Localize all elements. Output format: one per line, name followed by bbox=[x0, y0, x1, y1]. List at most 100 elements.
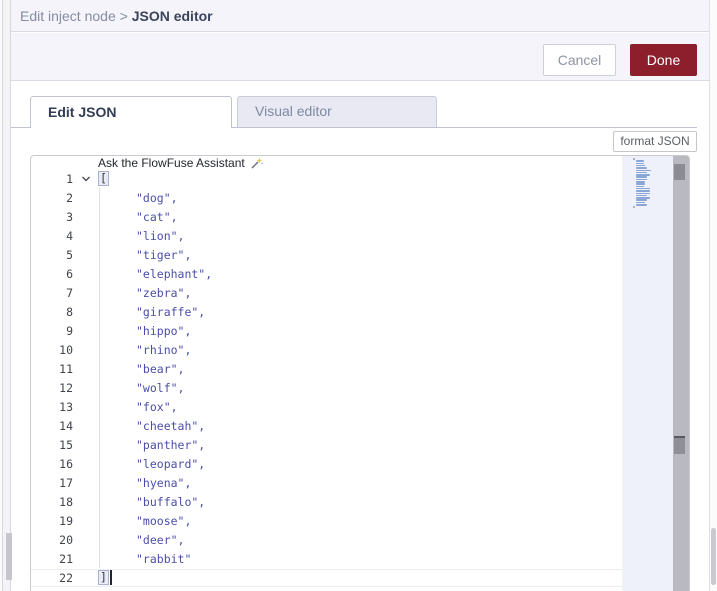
code-text: "fox", bbox=[98, 400, 689, 414]
code-line[interactable]: 1[ bbox=[31, 169, 689, 188]
json-string-token: "dog", bbox=[136, 190, 178, 205]
code-lines: 1[ 2 "dog", 3 "cat", 4 "lion", 5 "tiger", 6 "eleph… bbox=[31, 169, 689, 587]
code-line[interactable]: 4 "lion", bbox=[31, 226, 689, 245]
code-line[interactable]: 15 "panther", bbox=[31, 435, 689, 454]
code-text: "tiger", bbox=[98, 248, 689, 262]
minimap-mark bbox=[633, 158, 635, 160]
json-string-token: "hippo", bbox=[136, 323, 192, 338]
code-line[interactable]: 17 "hyena", bbox=[31, 473, 689, 492]
code-line[interactable]: 11 "bear", bbox=[31, 359, 689, 378]
assistant-label: Ask the FlowFuse Assistant bbox=[98, 156, 245, 170]
code-line[interactable]: 20 "deer", bbox=[31, 530, 689, 549]
editor-bottom-divider bbox=[31, 569, 624, 570]
code-text: "rhino", bbox=[98, 343, 689, 357]
code-line[interactable]: 13 "fox", bbox=[31, 397, 689, 416]
breadcrumb-current: JSON editor bbox=[131, 8, 213, 24]
json-string-token: "cheetah", bbox=[136, 418, 206, 433]
code-line[interactable]: 21 "rabbit" bbox=[31, 549, 689, 568]
breadcrumb-separator: > bbox=[119, 8, 128, 24]
code-line[interactable]: 3 "cat", bbox=[31, 207, 689, 226]
editor-bottom-border bbox=[31, 586, 624, 587]
code-text: "dog", bbox=[98, 191, 689, 205]
format-json-button[interactable]: format JSON bbox=[613, 131, 697, 152]
json-string-token: "cat", bbox=[136, 209, 178, 224]
code-line[interactable]: 10 "rhino", bbox=[31, 340, 689, 359]
editor-scrollbar-marker[interactable] bbox=[674, 436, 685, 454]
code-line[interactable]: 9 "hippo", bbox=[31, 321, 689, 340]
magic-wand-icon bbox=[251, 158, 263, 169]
page-scrollbar-track[interactable] bbox=[709, 0, 717, 591]
code-line[interactable]: 2 "dog", bbox=[31, 188, 689, 207]
code-line[interactable]: 22] bbox=[31, 568, 689, 587]
code-text: "moose", bbox=[98, 514, 689, 528]
minimap-mark bbox=[636, 169, 651, 172]
code-text: "hyena", bbox=[98, 476, 689, 490]
line-number: 12 bbox=[59, 380, 73, 395]
code-line[interactable]: 19 "moose", bbox=[31, 511, 689, 530]
line-number: 16 bbox=[59, 456, 73, 471]
minimap-mark bbox=[636, 190, 650, 192]
tab-visual-editor[interactable]: Visual editor bbox=[237, 96, 437, 127]
json-string-token: "fox", bbox=[136, 399, 178, 414]
cancel-button[interactable]: Cancel bbox=[543, 44, 616, 76]
minimap-mark bbox=[636, 183, 646, 185]
line-number: 15 bbox=[59, 437, 73, 452]
done-button[interactable]: Done bbox=[630, 44, 697, 76]
left-scrollbar-track[interactable] bbox=[2, 0, 12, 591]
line-number: 4 bbox=[66, 228, 73, 243]
json-string-token: "wolf", bbox=[136, 380, 185, 395]
code-text: "panther", bbox=[98, 438, 689, 452]
code-text: "wolf", bbox=[98, 381, 689, 395]
breadcrumb-bar: Edit inject node > JSON editor bbox=[11, 0, 709, 32]
json-string-token: "lion", bbox=[136, 228, 185, 243]
editor-scrollbar-thumb[interactable] bbox=[674, 164, 685, 180]
line-number: 20 bbox=[59, 532, 73, 547]
line-number: 2 bbox=[66, 190, 73, 205]
line-number: 9 bbox=[66, 323, 73, 338]
line-number: 19 bbox=[59, 513, 73, 528]
code-line[interactable]: 7 "zebra", bbox=[31, 283, 689, 302]
minimap-mark bbox=[636, 192, 650, 195]
code-text: "giraffe", bbox=[98, 305, 689, 319]
line-number: 13 bbox=[59, 399, 73, 414]
code-text: "deer", bbox=[98, 533, 689, 547]
code-line[interactable]: 6 "elephant", bbox=[31, 264, 689, 283]
json-string-token: "buffalo", bbox=[136, 494, 206, 509]
line-number: 5 bbox=[66, 247, 73, 262]
code-line[interactable]: 16 "leopard", bbox=[31, 454, 689, 473]
line-number: 3 bbox=[66, 209, 73, 224]
code-editor[interactable]: Ask the FlowFuse Assistant 1[ 2 "dog", 3 "ca… bbox=[30, 155, 690, 591]
json-string-token: "tiger", bbox=[136, 247, 192, 262]
code-line[interactable]: 5 "tiger", bbox=[31, 245, 689, 264]
tab-edit-json[interactable]: Edit JSON bbox=[30, 96, 232, 128]
minimap-mark bbox=[636, 199, 647, 201]
code-line[interactable]: 14 "cheetah", bbox=[31, 416, 689, 435]
code-line[interactable]: 8 "giraffe", bbox=[31, 302, 689, 321]
page-scrollbar-thumb[interactable] bbox=[711, 528, 716, 585]
text-cursor bbox=[109, 570, 112, 585]
fold-toggle[interactable] bbox=[73, 173, 98, 185]
line-number: 22 bbox=[59, 570, 73, 585]
code-text: "zebra", bbox=[98, 286, 689, 300]
code-line[interactable]: 18 "buffalo", bbox=[31, 492, 689, 511]
line-number: 17 bbox=[59, 475, 73, 490]
code-text: ] bbox=[98, 570, 689, 585]
minimap-mark bbox=[636, 204, 647, 206]
chevron-down-icon[interactable] bbox=[80, 173, 92, 185]
assistant-prompt[interactable]: Ask the FlowFuse Assistant bbox=[98, 156, 263, 170]
bracket-token: ] bbox=[98, 570, 109, 585]
code-text: "cheetah", bbox=[98, 419, 689, 433]
editor-scrollbar-track[interactable] bbox=[673, 156, 689, 591]
json-string-token: "panther", bbox=[136, 437, 206, 452]
left-scrollbar-thumb[interactable] bbox=[6, 533, 12, 580]
json-string-token: "rhino", bbox=[136, 342, 192, 357]
minimap[interactable] bbox=[622, 156, 673, 591]
minimap-mark bbox=[636, 162, 645, 165]
code-text: "elephant", bbox=[98, 267, 689, 281]
left-edge-panel bbox=[0, 0, 12, 591]
minimap-mark bbox=[636, 160, 645, 162]
breadcrumb-parent[interactable]: Edit inject node bbox=[20, 8, 116, 24]
line-number: 6 bbox=[66, 266, 73, 281]
json-string-token: "bear", bbox=[136, 361, 185, 376]
code-line[interactable]: 12 "wolf", bbox=[31, 378, 689, 397]
